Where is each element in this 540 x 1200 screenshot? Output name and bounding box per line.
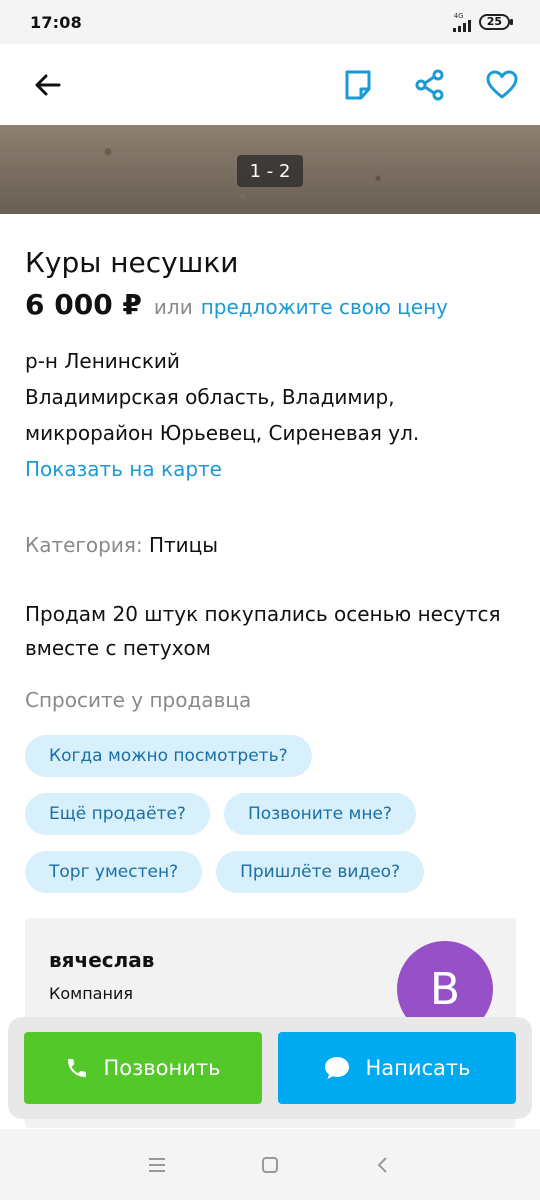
chip-bargain[interactable]: Торг уместен? <box>25 851 203 893</box>
status-time: 17:08 <box>30 12 82 32</box>
chip-still-selling[interactable]: Ещё продаёте? <box>25 793 210 835</box>
description: Продам 20 штук покупались осенью несутся… <box>25 597 515 665</box>
system-nav-bar <box>0 1129 540 1200</box>
signal-icon: 4G <box>452 11 471 32</box>
back-button[interactable] <box>26 63 70 107</box>
share-button[interactable] <box>408 63 452 107</box>
chat-bubble-icon <box>325 1057 350 1079</box>
phone-icon <box>68 1059 87 1077</box>
battery-icon: 25 <box>478 14 514 30</box>
home-square-icon <box>261 1156 278 1173</box>
write-button[interactable]: Написать <box>278 1032 516 1104</box>
note-button[interactable] <box>336 63 380 107</box>
offer-price-link[interactable]: предложите свою цену <box>201 295 448 319</box>
status-icons: 4G 25 <box>452 11 514 32</box>
address-line-2: микрорайон Юрьевец, Сиреневая ул. <box>25 421 420 445</box>
back-arrow-icon <box>35 74 61 95</box>
share-icon <box>415 69 444 100</box>
ask-seller-title: Спросите у продавца <box>25 688 252 712</box>
menu-icon <box>148 1157 165 1172</box>
favorite-button[interactable] <box>480 63 524 107</box>
description-line-2: вместе с петухом <box>25 636 211 660</box>
category-row: Категория: Птицы <box>25 527 515 563</box>
photo-counter: 1 - 2 <box>237 155 303 187</box>
price-or-text: или <box>153 295 193 319</box>
quick-questions: Когда можно посмотреть? Ещё продаёте? По… <box>25 735 495 893</box>
description-line-1: Продам 20 штук покупались осенью несутся <box>25 602 501 626</box>
call-button[interactable]: Позвонить <box>24 1032 262 1104</box>
address-line-1: Владимирская область, Владимир, <box>25 385 395 409</box>
price-row: 6 000 ₽ или предложите свою цену <box>25 288 515 321</box>
top-toolbar <box>0 44 540 125</box>
write-button-label: Написать <box>365 1056 471 1080</box>
listing-photo[interactable]: 1 - 2 <box>0 125 540 214</box>
call-button-label: Позвонить <box>103 1056 221 1080</box>
status-bar: 17:08 4G 25 <box>0 0 540 44</box>
chip-call-me[interactable]: Позвоните мне? <box>223 793 416 835</box>
category-label: Категория: <box>25 533 143 557</box>
listing-details: Куры несушки 6 000 ₽ или предложите свою… <box>25 240 515 893</box>
seller-name: вячеслав <box>49 948 155 972</box>
note-icon <box>345 70 371 99</box>
recent-apps-button[interactable] <box>137 1145 177 1185</box>
address-block: р-н Ленинский Владимирская область, Влад… <box>25 343 515 487</box>
system-back-button[interactable] <box>363 1145 403 1185</box>
chip-send-video[interactable]: Пришлёте видео? <box>216 851 425 893</box>
district: р-н Ленинский <box>25 349 180 373</box>
listing-title: Куры несушки <box>25 246 239 279</box>
network-type: 4G <box>453 11 464 20</box>
back-chevron-icon <box>377 1156 388 1173</box>
category-value: Птицы <box>148 533 219 557</box>
show-on-map-link[interactable]: Показать на карте <box>25 451 515 487</box>
chip-when-to-view[interactable]: Когда можно посмотреть? <box>25 735 312 777</box>
contact-action-bar: Позвонить Написать <box>8 1017 532 1119</box>
home-button[interactable] <box>250 1145 290 1185</box>
price: 6 000 ₽ <box>25 288 142 321</box>
heart-icon <box>486 70 518 98</box>
seller-type: Компания <box>49 984 133 1003</box>
